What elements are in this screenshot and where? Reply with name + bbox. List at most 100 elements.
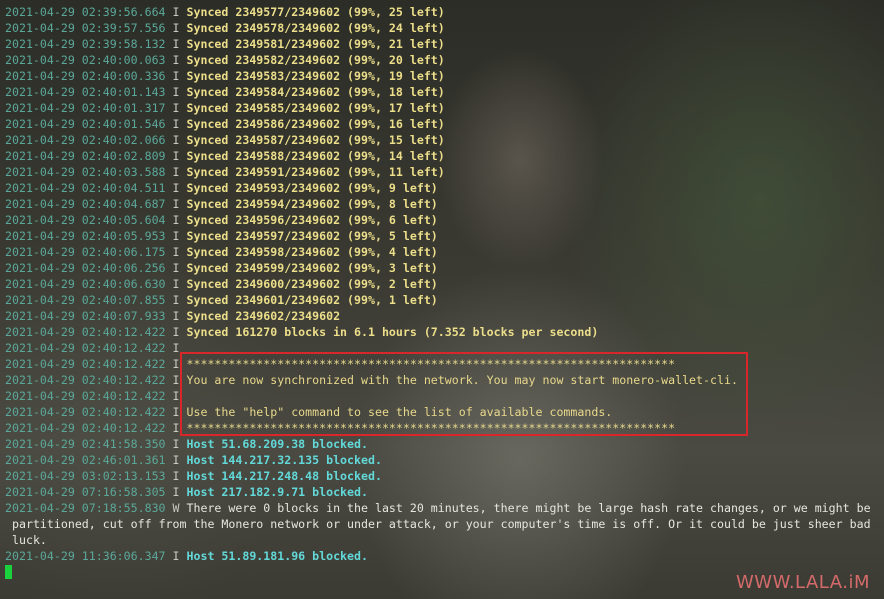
log-line: 2021-04-29 02:40:03.588 I Synced 2349591… [5, 164, 884, 180]
log-timestamp: 2021-04-29 02:40:01.143 [5, 85, 166, 99]
log-timestamp: 2021-04-29 02:40:06.175 [5, 245, 166, 259]
log-timestamp: 2021-04-29 02:40:02.066 [5, 133, 166, 147]
log-level: I [172, 53, 180, 67]
log-timestamp: 2021-04-29 02:40:04.511 [5, 181, 166, 195]
log-message: Synced 2349599/2349602 (99%, 3 left) [186, 261, 438, 275]
log-level: W [172, 501, 180, 515]
log-line: 2021-04-29 02:40:01.317 I Synced 2349585… [5, 100, 884, 116]
log-level: I [172, 453, 180, 467]
log-line: 2021-04-29 02:39:56.664 I Synced 2349577… [5, 4, 884, 20]
log-timestamp: 2021-04-29 02:40:05.953 [5, 229, 166, 243]
log-line: 2021-04-29 07:18:55.830 W There were 0 b… [5, 500, 884, 516]
log-message: Synced 2349601/2349602 (99%, 1 left) [186, 293, 438, 307]
log-message: Synced 2349593/2349602 (99%, 9 left) [186, 181, 438, 195]
log-line: 2021-04-29 02:40:04.511 I Synced 2349593… [5, 180, 884, 196]
log-timestamp: 2021-04-29 02:40:12.422 [5, 357, 166, 371]
log-timestamp: 2021-04-29 03:02:13.153 [5, 469, 166, 483]
log-message: Synced 2349581/2349602 (99%, 21 left) [186, 37, 445, 51]
log-level: I [172, 293, 180, 307]
log-timestamp: 2021-04-29 02:40:00.063 [5, 53, 166, 67]
log-timestamp: 2021-04-29 11:36:06.347 [5, 549, 166, 563]
log-level: I [172, 341, 180, 355]
log-level: I [172, 485, 180, 499]
log-message: Synced 2349594/2349602 (99%, 8 left) [186, 197, 438, 211]
log-timestamp: 2021-04-29 07:18:55.830 [5, 501, 166, 515]
log-level: I [172, 181, 180, 195]
log-timestamp: 2021-04-29 02:40:07.933 [5, 309, 166, 323]
log-timestamp: 2021-04-29 02:40:12.422 [5, 389, 166, 403]
log-line: 2021-04-29 03:02:13.153 I Host 144.217.2… [5, 468, 884, 484]
terminal-window[interactable]: 2021-04-29 02:39:56.664 I Synced 2349577… [0, 0, 884, 599]
log-line: 2021-04-29 02:39:58.132 I Synced 2349581… [5, 36, 884, 52]
log-level: I [172, 389, 180, 403]
log-level: I [172, 549, 180, 563]
log-level: I [172, 469, 180, 483]
log-line: 2021-04-29 07:16:58.305 I Host 217.182.9… [5, 484, 884, 500]
log-level: I [172, 325, 180, 339]
log-level: I [172, 229, 180, 243]
log-message: Host 144.217.248.48 blocked. [186, 469, 382, 483]
log-message: There were 0 blocks in the last 20 minut… [186, 501, 871, 515]
sync-highlight-box [180, 352, 748, 436]
log-message: Synced 2349588/2349602 (99%, 14 left) [186, 149, 445, 163]
log-level: I [172, 69, 180, 83]
log-message: Synced 2349583/2349602 (99%, 19 left) [186, 69, 445, 83]
log-message: Host 217.182.9.71 blocked. [186, 485, 368, 499]
log-line: 2021-04-29 11:36:06.347 I Host 51.89.181… [5, 548, 884, 564]
log-timestamp: 2021-04-29 02:40:12.422 [5, 373, 166, 387]
log-timestamp: 2021-04-29 02:40:01.546 [5, 117, 166, 131]
log-message: Synced 2349600/2349602 (99%, 2 left) [186, 277, 438, 291]
log-level: I [172, 245, 180, 259]
log-level: I [172, 405, 180, 419]
log-level: I [172, 133, 180, 147]
log-line: partitioned, cut off from the Monero net… [5, 516, 884, 532]
log-message: Synced 161270 blocks in 6.1 hours (7.352… [186, 325, 599, 339]
log-line: 2021-04-29 02:41:58.350 I Host 51.68.209… [5, 436, 884, 452]
log-timestamp: 2021-04-29 02:39:58.132 [5, 37, 166, 51]
log-message: Synced 2349584/2349602 (99%, 18 left) [186, 85, 445, 99]
log-message: Host 51.89.181.96 blocked. [186, 549, 368, 563]
log-message: Host 144.217.32.135 blocked. [186, 453, 382, 467]
log-message: Synced 2349596/2349602 (99%, 6 left) [186, 213, 438, 227]
log-line: 2021-04-29 02:40:02.066 I Synced 2349587… [5, 132, 884, 148]
log-level: I [172, 437, 180, 451]
log-timestamp: 2021-04-29 02:40:12.422 [5, 341, 166, 355]
log-message: Synced 2349582/2349602 (99%, 20 left) [186, 53, 445, 67]
log-message: Synced 2349586/2349602 (99%, 16 left) [186, 117, 445, 131]
log-timestamp: 2021-04-29 02:41:58.350 [5, 437, 166, 451]
log-timestamp: 2021-04-29 02:40:01.317 [5, 101, 166, 115]
log-line: 2021-04-29 02:40:02.809 I Synced 2349588… [5, 148, 884, 164]
log-level: I [172, 5, 180, 19]
log-level: I [172, 85, 180, 99]
log-level: I [172, 277, 180, 291]
log-line: 2021-04-29 02:40:12.422 I Synced 161270 … [5, 324, 884, 340]
log-level: I [172, 117, 180, 131]
log-level: I [172, 357, 180, 371]
log-timestamp: 2021-04-29 02:40:05.604 [5, 213, 166, 227]
log-message: partitioned, cut off from the Monero net… [12, 517, 871, 531]
log-line: 2021-04-29 02:40:06.175 I Synced 2349598… [5, 244, 884, 260]
log-message: Synced 2349597/2349602 (99%, 5 left) [186, 229, 438, 243]
log-timestamp: 2021-04-29 02:40:06.630 [5, 277, 166, 291]
log-timestamp: 2021-04-29 02:40:12.422 [5, 325, 166, 339]
log-line: 2021-04-29 02:40:00.063 I Synced 2349582… [5, 52, 884, 68]
log-message: Synced 2349598/2349602 (99%, 4 left) [186, 245, 438, 259]
log-line: 2021-04-29 02:40:04.687 I Synced 2349594… [5, 196, 884, 212]
log-line: 2021-04-29 02:40:07.933 I Synced 2349602… [5, 308, 884, 324]
log-level: I [172, 421, 180, 435]
log-timestamp: 2021-04-29 02:40:02.809 [5, 149, 166, 163]
log-line: 2021-04-29 02:39:57.556 I Synced 2349578… [5, 20, 884, 36]
log-timestamp: 2021-04-29 02:40:00.336 [5, 69, 166, 83]
log-timestamp: 2021-04-29 02:40:12.422 [5, 421, 166, 435]
log-message: luck. [12, 533, 47, 547]
log-message: Synced 2349587/2349602 (99%, 15 left) [186, 133, 445, 147]
terminal-cursor[interactable] [5, 565, 12, 579]
log-level: I [172, 165, 180, 179]
log-line: 2021-04-29 02:40:05.604 I Synced 2349596… [5, 212, 884, 228]
log-level: I [172, 213, 180, 227]
log-timestamp: 2021-04-29 02:40:12.422 [5, 405, 166, 419]
log-line: 2021-04-29 02:40:00.336 I Synced 2349583… [5, 68, 884, 84]
log-message: Synced 2349591/2349602 (99%, 11 left) [186, 165, 445, 179]
log-timestamp: 2021-04-29 02:40:04.687 [5, 197, 166, 211]
log-level: I [172, 261, 180, 275]
